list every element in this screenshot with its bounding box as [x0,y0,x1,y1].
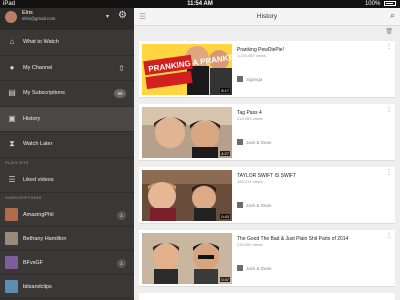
thumbnail-art: PRANKING A PRANKER! [142,44,232,95]
top-bar: ☰ History ⌕ [134,8,400,26]
video-card[interactable]: 0:47 The Good The Bad & Just Plain Shit … [139,230,395,287]
view-count: 218,283 views [237,116,263,121]
view-count: 185,214 views [237,179,263,184]
more-options-icon[interactable]: ⋮ [386,107,392,113]
subscription-label: AmazingPhil [23,212,54,218]
status-bar: iPad 11:54 AM 100% [0,0,400,8]
channel-icon [237,139,243,145]
sidebar-item-liked-videos[interactable]: ☰ Liked videos [0,168,134,193]
subscription-label: bitsandclips [23,284,52,290]
channel-name[interactable]: Jack & Dean [246,203,272,208]
sidebar-item-history[interactable]: ▣ History [0,106,134,132]
subscription-item[interactable]: BFvsGF 1 [0,251,134,275]
trash-icon[interactable]: 🗑 [385,28,393,35]
channel-thumbnail [5,208,18,221]
subscription-label: BFvsGF [23,260,44,266]
video-thumbnail[interactable]: 0:47 [142,233,232,284]
sidebar-item-label: What to Watch [23,39,59,45]
sidebar-item-label: History [23,115,41,122]
channel-thumbnail [5,280,18,293]
channel-icon [237,265,243,271]
sidebar-item-watch-later[interactable]: ⧗ Watch Later [0,132,134,158]
sidebar-item-label: Liked videos [23,176,54,183]
video-card[interactable]: 0:43 TAYLOR SWIFT IS SWIFT 185,214 views… [139,167,395,224]
account-email: elris@gmail.com [22,16,56,21]
section-subscriptions: SUBSCRIPTIONS [5,195,42,200]
more-options-icon[interactable]: ⋮ [386,44,392,50]
avatar [5,11,17,23]
subscription-item[interactable]: bitsandclips [0,275,134,299]
channel-thumbnail [5,256,18,269]
count-badge: 1 [117,211,126,220]
sidebar-item-label: Watch Later [23,141,53,147]
video-thumbnail[interactable]: 4:27 [142,107,232,158]
duration-badge: 0:43 [220,214,230,219]
toolbar-row: 🗑 [134,26,400,37]
list-icon: ☰ [8,174,16,184]
upload-icon[interactable]: ⇧ [118,64,125,73]
history-icon: ▣ [8,113,16,123]
thumbnail-art [142,107,232,158]
more-options-icon[interactable]: ⋮ [386,233,392,239]
sidebar-item-what-to-watch[interactable]: ⌂ What to Watch [0,30,134,56]
account-header[interactable]: Elris elris@gmail.com ▾ ⚙ [0,8,134,30]
person-icon: ● [9,62,15,72]
channel-icon [237,76,243,82]
thumbnail-art [142,170,232,221]
channel-name[interactable]: Jack & Dean [246,140,272,145]
subscription-item[interactable]: Bethany Hamilton [0,227,134,251]
video-thumbnail[interactable]: PRANKING A PRANKER! 8:17 [142,44,232,95]
count-badge: 1 [117,259,126,268]
video-card[interactable]: PRANKING A PRANKER! 8:17 Pranking PewDie… [139,41,395,98]
battery-icon [384,0,396,6]
page-title: History [256,13,278,20]
count-badge: 99 [114,89,126,98]
sidebar-item-label: My Subscriptions [23,90,65,96]
section-playlists: PLAYLISTS [5,159,29,165]
channel-icon [237,202,243,208]
duration-badge: 0:47 [220,277,230,282]
sidebar: Elris elris@gmail.com ▾ ⚙ ⌂ What to Watc… [0,8,134,300]
home-icon: ⌂ [9,37,15,46]
hourglass-icon: ⧗ [9,139,15,148]
channel-name[interactable]: Sigimga [246,77,262,82]
search-icon[interactable]: ⌕ [390,10,395,21]
battery-indicator: 100% [365,0,396,8]
duration-badge: 4:27 [220,151,230,156]
video-thumbnail[interactable]: 0:43 [142,170,232,221]
chevron-down-icon[interactable]: ▾ [106,13,109,20]
video-card[interactable] [139,293,395,300]
main-panel: ☰ History ⌕ 🗑 PRANKING A PRANKER! 8:17 P… [134,8,400,300]
sidebar-item-my-channel[interactable]: ● My Channel ⇧ [0,56,134,81]
video-card[interactable]: 4:27 Tag Pass 4 218,283 views Jack & Dea… [139,104,395,161]
channel-name[interactable]: Jack & Dean [246,266,272,271]
duration-badge: 8:17 [220,88,230,93]
more-options-icon[interactable]: ⋮ [386,170,392,176]
view-count: 1,234,567 views [237,53,266,58]
view-count: 215,000 views [237,242,263,247]
sidebar-item-label: My Channel [23,64,53,71]
gear-icon[interactable]: ⚙ [118,10,127,21]
clock: 11:54 AM [187,1,213,7]
thumbnail-art [142,233,232,284]
channel-thumbnail [5,232,18,245]
sidebar-item-my-subscriptions[interactable]: ▤ My Subscriptions 99 [0,81,134,107]
subscription-label: Bethany Hamilton [23,236,67,242]
subscriptions-icon: ▤ [8,88,16,97]
subscription-item[interactable]: AmazingPhil 1 [0,203,134,227]
battery-percent: 100% [364,1,381,7]
